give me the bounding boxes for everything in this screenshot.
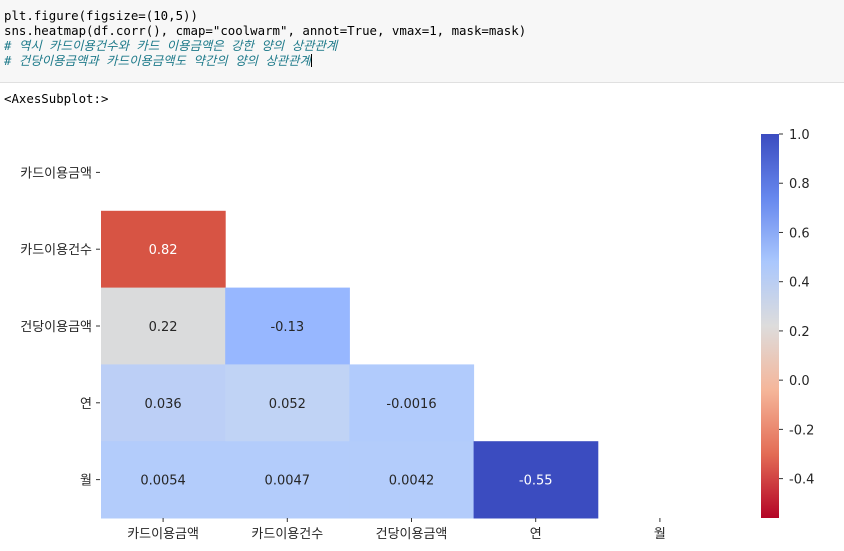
colorbar-tick-label: -0.2 bbox=[789, 423, 814, 438]
cell-annotation: 0.22 bbox=[149, 320, 178, 335]
y-tick-label: 월 bbox=[80, 474, 92, 489]
x-tick-label: 월 bbox=[654, 527, 666, 542]
x-tick-label: 카드이용금액 bbox=[127, 527, 199, 542]
cell-annotation: 0.0054 bbox=[140, 474, 186, 489]
colorbar-tick-label: 0.4 bbox=[789, 276, 810, 291]
colorbar-tick-label: 0.8 bbox=[789, 177, 810, 192]
cell-annotation: -0.0016 bbox=[386, 397, 436, 412]
cell-annotation: -0.55 bbox=[519, 474, 553, 489]
y-axis: 카드이용금액카드이용건수건당이용금액연월 bbox=[20, 166, 100, 489]
cell-annotation: 0.036 bbox=[144, 397, 181, 412]
colorbar-tick-label: 1.0 bbox=[789, 128, 810, 143]
y-tick-label: 건당이용금액 bbox=[20, 320, 92, 335]
colorbar-gradient bbox=[761, 134, 779, 518]
cell-annotation: 0.0042 bbox=[389, 474, 435, 489]
colorbar-tick-label: 0.6 bbox=[789, 226, 810, 241]
y-tick-label: 카드이용금액 bbox=[20, 166, 92, 181]
colorbar-tick-label: -0.4 bbox=[789, 473, 814, 488]
y-tick-label: 연 bbox=[80, 397, 92, 412]
y-tick-label: 카드이용건수 bbox=[20, 243, 92, 258]
cell-annotation: 0.0047 bbox=[265, 474, 311, 489]
colorbar: 1.0 0.8 0.6 0.4 0.2 0.0 -0.2 -0.4 bbox=[761, 128, 814, 518]
x-tick-label: 연 bbox=[530, 527, 542, 542]
colorbar-tick-label: 0.2 bbox=[789, 325, 810, 340]
x-tick-label: 건당이용금액 bbox=[376, 527, 448, 542]
colorbar-tick-label: 0.0 bbox=[789, 374, 810, 389]
heatmap-chart: 0.820.22 -0.130.036 0.052 -0.00160.0054 0.00… bbox=[20, 128, 814, 542]
x-tick-label: 카드이용건수 bbox=[251, 527, 323, 542]
cell-annotation: -0.13 bbox=[270, 320, 304, 335]
cell-annotation: 0.82 bbox=[149, 243, 178, 258]
cell-annotation: 0.052 bbox=[269, 397, 306, 412]
x-axis: 카드이용금액 카드이용건수 건당이용금액 연 월 bbox=[127, 518, 666, 542]
